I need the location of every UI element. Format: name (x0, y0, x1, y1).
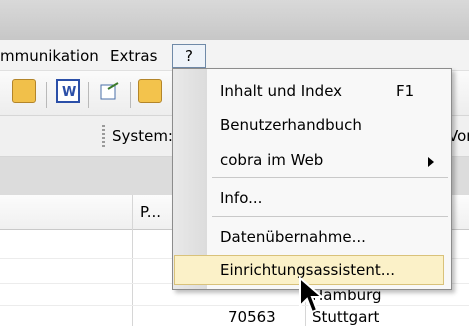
envelope-icon[interactable] (12, 79, 36, 103)
mail-merge-icon[interactable] (138, 79, 162, 103)
shortcut-f1: F1 (396, 82, 415, 100)
menu-separator (212, 216, 448, 217)
table-row-plz[interactable]: 70563 (228, 306, 276, 328)
menu-item-datenuebernahme[interactable]: Datenübernahme... (220, 225, 366, 249)
export-icon[interactable] (98, 79, 122, 103)
menu-separator (212, 177, 448, 178)
toolbar-grip[interactable] (102, 125, 105, 147)
word-icon[interactable]: W (56, 79, 80, 103)
mouse-cursor-icon (299, 276, 325, 314)
menu-item-info[interactable]: Info... (220, 186, 262, 210)
menu-item-cobra-im-web[interactable]: cobra im Web (220, 148, 323, 172)
toolbar-separator (130, 82, 131, 108)
window-titlebar (0, 0, 469, 40)
toolbar-separator (88, 82, 89, 108)
menu-item-inhalt-und-index[interactable]: Inhalt und Index (220, 79, 342, 103)
svg-text:W: W (62, 85, 76, 100)
column-divider (132, 195, 133, 326)
column-header-plz[interactable]: P... (140, 201, 161, 223)
submenu-arrow-icon (428, 157, 434, 167)
menu-kommunikation[interactable]: mmunikation (0, 46, 99, 66)
menu-item-benutzerhandbuch[interactable]: Benutzerhandbuch (220, 113, 362, 137)
toolbar-separator (46, 82, 47, 108)
menu-extras[interactable]: Extras (110, 46, 157, 66)
menu-help[interactable]: ? (172, 44, 206, 68)
